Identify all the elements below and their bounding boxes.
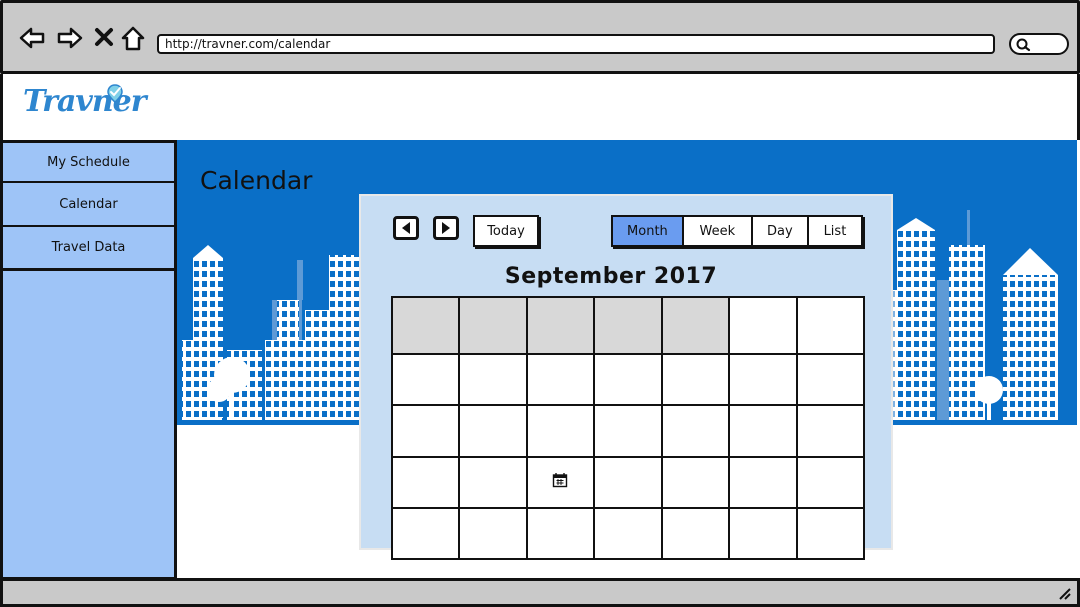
calendar-day-cell[interactable] (527, 298, 594, 353)
calendar-day-cell[interactable] (730, 406, 796, 456)
calendar-day-cell[interactable] (662, 406, 729, 456)
calendar-day-cell[interactable] (797, 406, 863, 456)
calendar-day-cell[interactable] (662, 298, 729, 353)
week-view-button[interactable]: Week (683, 217, 753, 245)
next-month-button[interactable] (433, 216, 459, 240)
search-icon (1016, 38, 1031, 52)
calendar-grid (391, 296, 865, 560)
arrow-right-icon (57, 27, 83, 49)
calendar-day-cell[interactable] (595, 298, 661, 353)
site-header: Travner (0, 74, 1080, 140)
home-button[interactable] (118, 23, 148, 53)
calendar-day-cell[interactable] (797, 298, 863, 353)
browser-status-bar (0, 578, 1080, 607)
view-switcher: Month Week Day List (611, 215, 863, 247)
calendar-day-cell[interactable] (393, 298, 459, 353)
calendar-day-cell[interactable] (595, 457, 661, 507)
main-content: Calendar Today Month Week Day List Septe… (177, 140, 1077, 580)
calendar-day-cell[interactable] (527, 406, 594, 456)
calendar-day-cell[interactable] (797, 457, 863, 507)
site-logo[interactable]: Travner (23, 84, 147, 119)
month-view-button[interactable]: Month (613, 217, 684, 245)
calendar-day-cell[interactable] (527, 457, 594, 507)
close-icon (95, 28, 113, 46)
calendar-day-cell[interactable] (730, 457, 796, 507)
back-button[interactable] (17, 23, 47, 53)
calendar-day-cell[interactable] (797, 508, 863, 558)
today-button[interactable]: Today (473, 215, 539, 247)
calendar-day-cell[interactable] (730, 508, 796, 558)
calendar-day-cell[interactable] (527, 355, 594, 405)
calendar-day-cell[interactable] (393, 508, 459, 558)
calendar-day-cell[interactable] (393, 457, 459, 507)
arrow-left-icon (19, 27, 45, 49)
month-title: September 2017 (504, 264, 718, 289)
page-title: Calendar (200, 166, 313, 195)
calendar-day-cell[interactable] (393, 355, 459, 405)
sidebar: My Schedule Calendar Travel Data (0, 140, 177, 580)
calendar-day-cell[interactable] (460, 355, 526, 405)
location-pin-icon (107, 84, 123, 103)
calendar-day-cell[interactable] (460, 298, 526, 353)
calendar-day-cell[interactable] (527, 508, 594, 558)
calendar-day-cell[interactable] (595, 355, 661, 405)
browser-toolbar: http://travner.com/calendar (0, 0, 1080, 74)
triangle-left-icon (402, 222, 410, 234)
sidebar-item-calendar[interactable]: Calendar (3, 183, 174, 227)
browser-search-field[interactable] (1009, 33, 1069, 55)
stop-button[interactable] (90, 23, 120, 53)
calendar-day-cell[interactable] (730, 298, 796, 353)
home-icon (121, 26, 145, 51)
list-view-button[interactable]: List (808, 217, 861, 245)
prev-month-button[interactable] (393, 216, 419, 240)
day-view-button[interactable]: Day (752, 217, 809, 245)
calendar-day-cell[interactable] (662, 508, 729, 558)
calendar-day-cell[interactable] (595, 406, 661, 456)
forward-button[interactable] (55, 23, 85, 53)
calendar-icon[interactable] (552, 472, 568, 488)
calendar-day-cell[interactable] (662, 355, 729, 405)
triangle-right-icon (442, 222, 450, 234)
calendar-day-cell[interactable] (730, 355, 796, 405)
resize-grip-icon[interactable] (1057, 586, 1071, 600)
calendar-day-cell[interactable] (393, 406, 459, 456)
calendar-day-cell[interactable] (460, 406, 526, 456)
calendar-day-cell[interactable] (460, 457, 526, 507)
sidebar-item-travel-data[interactable]: Travel Data (3, 227, 174, 271)
calendar-day-cell[interactable] (460, 508, 526, 558)
calendar-panel: Today Month Week Day List September 2017 (359, 194, 893, 560)
calendar-day-cell[interactable] (797, 355, 863, 405)
calendar-day-cell[interactable] (595, 508, 661, 558)
sidebar-item-my-schedule[interactable]: My Schedule (3, 143, 174, 183)
address-bar[interactable]: http://travner.com/calendar (157, 34, 995, 54)
calendar-day-cell[interactable] (662, 457, 729, 507)
